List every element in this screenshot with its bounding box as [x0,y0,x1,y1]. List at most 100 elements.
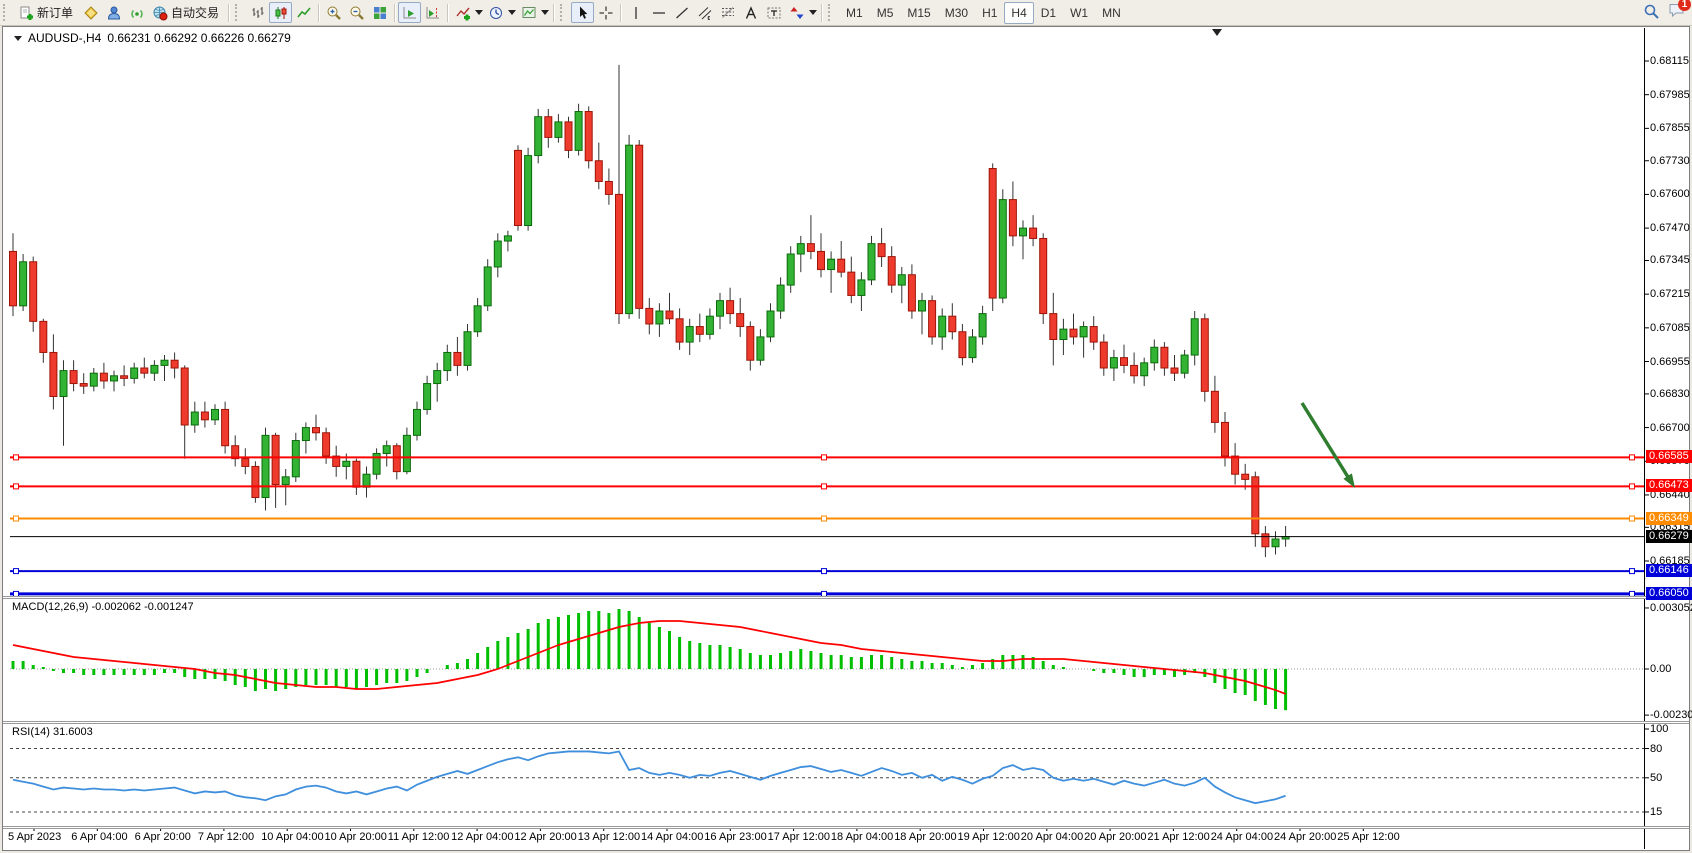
symbol-period-label: AUDUSD-,H4 [28,31,101,45]
time-axis-label: 17 Apr 12:00 [768,831,830,844]
new-order-icon [18,5,34,21]
candlestick-icon [273,5,289,21]
pane-separator-timeaxis [3,826,1689,829]
chevron-down-icon [508,10,516,15]
editor-button[interactable] [79,2,102,23]
tile-windows-button[interactable] [368,2,391,23]
chart-shift-button[interactable] [421,2,444,23]
time-axis-label: 12 Apr 20:00 [514,831,576,844]
toolbar-grip[interactable] [828,4,835,21]
toolbar-separator [394,4,395,22]
fibonacci-button[interactable] [716,2,739,23]
cursor-button[interactable] [571,2,594,23]
indicators-dropdown[interactable] [474,2,484,23]
timeframe-M5[interactable]: M5 [870,2,901,24]
person-monitor-icon [106,5,122,21]
chevron-down-icon [809,10,817,15]
toolbar-grip[interactable] [235,4,242,21]
toolbar-grip[interactable] [3,4,10,21]
zoom-out-button[interactable] [345,2,368,23]
chart-shift-icon [425,5,441,21]
macd-axis-label: 0.00 [1650,663,1692,675]
signals-button[interactable] [125,2,148,23]
pane-separator-rsi[interactable] [3,721,1689,724]
auto-trading-button[interactable]: 自动交易 [148,2,225,23]
time-axis-label: 13 Apr 12:00 [578,831,640,844]
timeframe-H4[interactable]: H4 [1004,2,1033,24]
price-line-badge: 0.66279 [1646,530,1692,543]
text-label-button[interactable] [762,2,785,23]
timeframe-W1[interactable]: W1 [1063,2,1095,24]
price-axis-label: 0.67730 [1650,155,1692,167]
price-line-badge: 0.66473 [1646,479,1692,492]
trendline-button[interactable] [670,2,693,23]
chevron-down-icon [475,10,483,15]
chart-title: AUDUSD-,H4 0.66231 0.66292 0.66226 0.662… [14,31,291,45]
timeframe-MN[interactable]: MN [1095,2,1128,24]
rsi-axis-label: 50 [1650,772,1692,784]
text-button[interactable] [739,2,762,23]
templates-button[interactable] [517,2,540,23]
channel-button[interactable] [693,2,716,23]
toolbar-separator [620,4,621,22]
templates-dropdown[interactable] [540,2,550,23]
price-axis-label: 0.67345 [1650,254,1692,266]
auto-trading-icon [152,5,168,21]
time-axis-label: 21 Apr 12:00 [1147,831,1209,844]
time-axis-label: 5 Apr 2023 [8,831,61,844]
auto-scroll-button[interactable] [398,2,421,23]
crosshair-button[interactable] [594,2,617,23]
timeframe-D1[interactable]: D1 [1034,2,1063,24]
candlestick-button[interactable] [269,2,292,23]
timeframe-M30[interactable]: M30 [938,2,975,24]
price-axis-label: 0.67985 [1650,89,1692,101]
time-axis-label: 16 Apr 23:00 [704,831,766,844]
price-axis-label: 0.66955 [1650,356,1692,368]
pane-separator-macd[interactable] [3,596,1689,599]
arrows-button[interactable] [785,2,808,23]
metatrader-window: 新订单 自动交易 [0,0,1692,853]
timeframe-H1[interactable]: H1 [975,2,1004,24]
periods-button[interactable] [484,2,507,23]
letter-a-icon [743,5,759,21]
chart-window[interactable] [2,26,1690,851]
timeframe-M15[interactable]: M15 [900,2,937,24]
price-line-badge: 0.66585 [1646,450,1692,463]
toolbar: 新订单 自动交易 [0,0,1692,26]
arrows-icon [789,5,805,21]
indicators-icon [455,5,471,21]
zoom-in-button[interactable] [322,2,345,23]
timeframe-bar: M1M5M15M30H1H4D1W1MN [839,2,1128,24]
price-line-badge: 0.66146 [1646,564,1692,577]
bar-chart-button[interactable] [246,2,269,23]
template-chart-icon [521,5,537,21]
time-axis-label: 24 Apr 04:00 [1211,831,1273,844]
time-axis-label: 10 Apr 20:00 [325,831,387,844]
crosshair-icon [598,5,614,21]
horizontal-line-button[interactable] [647,2,670,23]
vertical-line-button[interactable] [624,2,647,23]
toolbar-separator [447,4,448,22]
one-click-trading-toggle[interactable] [14,36,22,41]
toolbar-grip[interactable] [560,4,567,21]
bar-chart-icon [250,5,266,21]
auto-trading-label: 自动交易 [171,4,219,21]
toolbar-separator [553,4,554,22]
timeframe-M1[interactable]: M1 [839,2,870,24]
new-order-button[interactable]: 新订单 [14,2,79,23]
time-axis-label: 10 Apr 04:00 [261,831,323,844]
search-icon[interactable] [1643,3,1660,20]
line-chart-button[interactable] [292,2,315,23]
indicators-button[interactable] [451,2,474,23]
rsi-axis-label: 100 [1650,723,1692,735]
tester-button[interactable] [102,2,125,23]
time-axis-label: 12 Apr 04:00 [451,831,513,844]
price-line-badge: 0.66050 [1646,587,1692,600]
macd-label: MACD(12,26,9) -0.002062 -0.001247 [12,601,194,613]
line-chart-icon [296,5,312,21]
horizontal-line-icon [651,5,667,21]
periods-dropdown[interactable] [507,2,517,23]
notifications-button[interactable]: 1 [1668,2,1686,21]
price-axis-label: 0.66830 [1650,388,1692,400]
arrows-dropdown[interactable] [808,2,818,23]
